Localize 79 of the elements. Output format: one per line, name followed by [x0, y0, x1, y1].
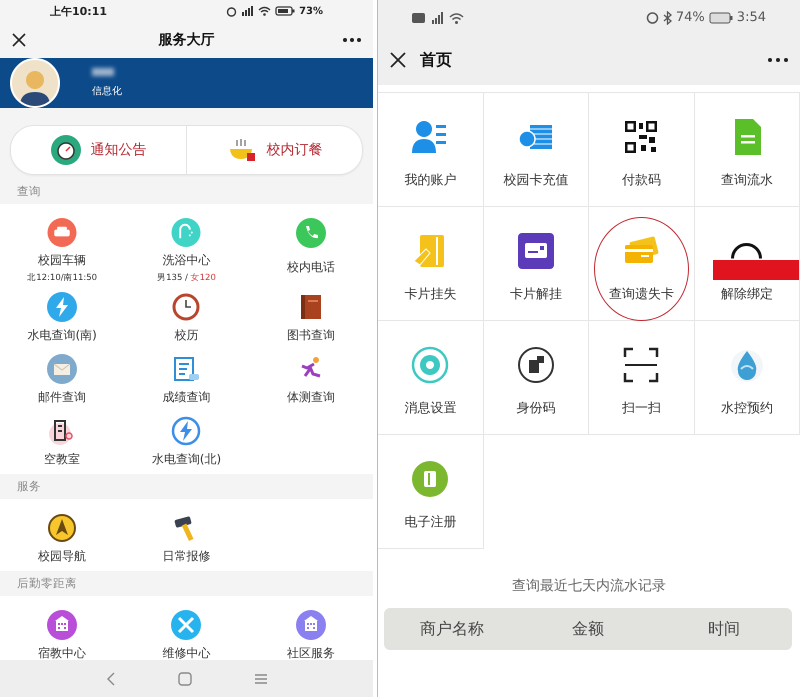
function-tile[interactable]: 校园卡充值 [484, 93, 589, 207]
department-label: 信息化 [92, 84, 122, 98]
ring-icon [731, 243, 762, 259]
service-item[interactable]: 维修中心 [124, 602, 249, 660]
service-item[interactable]: 邮件查询 [0, 346, 124, 408]
service-item[interactable]: 校园车辆 北12:10/南11:50 [0, 210, 124, 284]
wifi-icon [258, 6, 272, 16]
function-tile[interactable]: 水控预约 [694, 321, 800, 435]
function-tile[interactable]: 卡片挂失 [378, 207, 484, 321]
tools-icon [171, 610, 202, 640]
records-caption: 查询最近七天内流水记录 [512, 578, 666, 594]
function-tile[interactable]: 电子注册 [378, 435, 484, 549]
page-title: 服务大厅 [158, 31, 214, 49]
section-title: 后勤零距离 [17, 576, 77, 591]
service-item[interactable]: 校历 [124, 284, 249, 346]
wifi-icon [449, 12, 464, 24]
function-tile[interactable]: 我的账户 [378, 93, 484, 207]
menu-icon[interactable] [254, 672, 268, 684]
signal-icon [241, 6, 254, 16]
function-tile[interactable]: 扫一扫 [589, 321, 694, 435]
quick-link[interactable]: 通知公告 [11, 126, 186, 174]
service-item[interactable]: 校园导航 [0, 505, 124, 567]
function-tile[interactable]: 身份码 [484, 321, 589, 435]
service-item[interactable]: 空教室 [0, 408, 124, 470]
shower-icon [171, 218, 202, 247]
person-silhouette-icon [18, 68, 52, 106]
battery-icon [275, 6, 296, 16]
service-item[interactable]: 宿教中心 [0, 602, 124, 660]
envelope-icon [47, 354, 78, 384]
service-item[interactable]: 日常报修 [124, 505, 249, 567]
function-tile[interactable]: 查询遗失卡 [589, 207, 694, 321]
status-time: 3:54 [736, 10, 766, 25]
function-tile[interactable]: 卡片解挂 [484, 207, 589, 321]
home-icon[interactable] [178, 672, 192, 686]
battery-icon [708, 12, 733, 24]
section-title: 服务 [17, 479, 41, 494]
close-icon[interactable] [390, 52, 406, 68]
compass-icon [47, 513, 78, 543]
service-item[interactable]: 水电查询(北) [124, 408, 249, 470]
battery-level: 74% [676, 10, 705, 25]
battery-level: 73% [299, 6, 323, 16]
back-icon[interactable] [106, 672, 116, 686]
section-title: 查询 [17, 184, 41, 199]
building-icon [47, 610, 78, 640]
card-icon [516, 231, 556, 271]
signal-icon [429, 12, 445, 24]
column-header: 商户名称 [420, 618, 484, 640]
function-tile[interactable]: 解除绑定 [694, 207, 800, 321]
bluetooth-icon [662, 10, 672, 24]
document-icon [171, 354, 202, 384]
building-icon [296, 610, 326, 640]
page-title: 首页 [420, 50, 452, 70]
service-item[interactable]: 成绩查询 [124, 346, 249, 408]
close-icon[interactable] [12, 33, 26, 47]
service-item[interactable]: 社区服务 [248, 602, 373, 660]
service-item[interactable]: 校内电话 [248, 210, 373, 284]
stopwatch-icon [50, 135, 80, 165]
function-tile[interactable]: 查询流水 [694, 93, 800, 207]
clock-icon [171, 292, 202, 322]
gear-icon [410, 345, 450, 385]
more-icon[interactable] [768, 58, 788, 62]
lightning-icon [47, 292, 78, 322]
document-icon [410, 459, 450, 499]
quick-link[interactable]: 校内订餐 [186, 126, 362, 174]
more-icon[interactable] [343, 38, 361, 42]
column-header: 时间 [708, 618, 740, 640]
service-item[interactable]: 水电查询(南) [0, 284, 124, 346]
column-header: 金额 [572, 618, 604, 640]
function-tile[interactable]: 付款码 [589, 93, 694, 207]
phone-icon [296, 218, 326, 248]
scan-icon [621, 345, 662, 385]
car-icon [47, 218, 78, 247]
blurred-name [92, 68, 114, 76]
service-item[interactable]: 图书查询 [248, 284, 373, 346]
status-time: 上午10:11 [50, 4, 108, 18]
service-item[interactable]: 洗浴中心 男135 / 女120 [124, 210, 249, 284]
function-tile[interactable]: 消息设置 [378, 321, 484, 435]
service-item[interactable]: 体测查询 [248, 346, 373, 408]
lightning-icon [171, 416, 202, 446]
